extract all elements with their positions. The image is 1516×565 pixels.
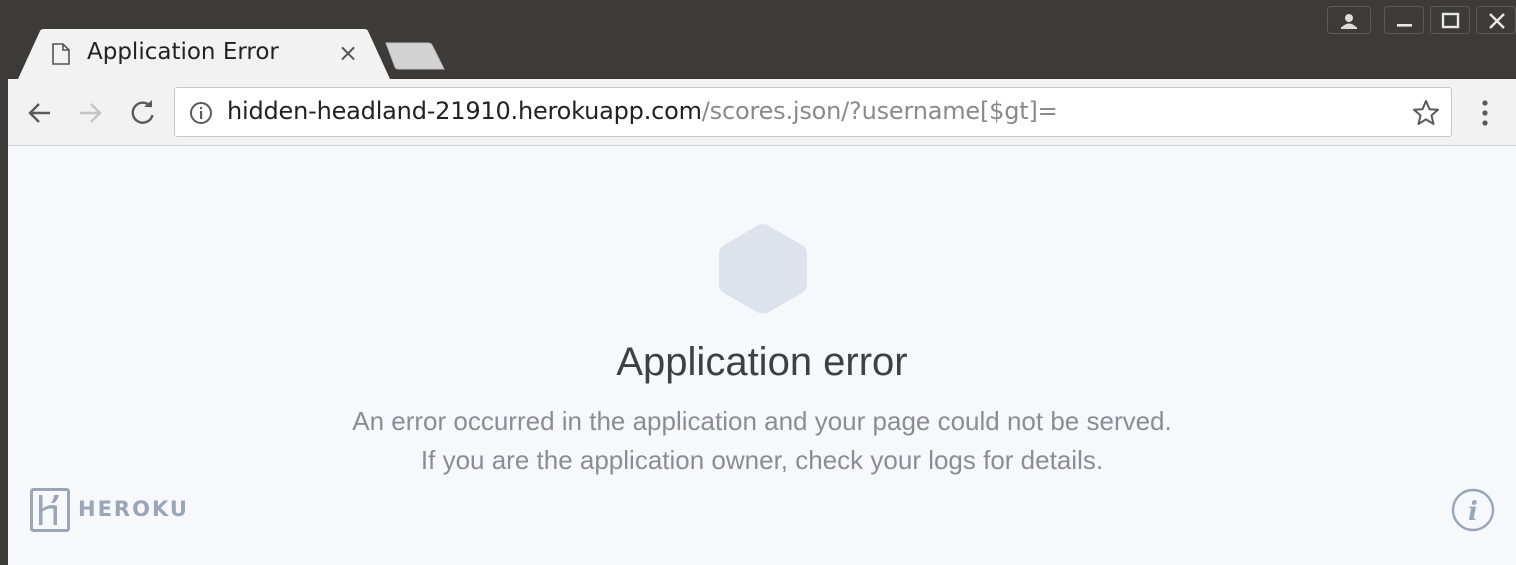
url-host: hidden-headland-21910.herokuapp.com <box>227 97 702 125</box>
url-path: /scores.json/?username[$gt]= <box>701 97 1058 125</box>
page-content: Application error An error occurred in t… <box>8 146 1516 565</box>
close-icon <box>1489 13 1505 29</box>
tab-strip: Application Error × <box>0 0 1516 79</box>
svg-text:i: i <box>1468 497 1478 527</box>
star-icon[interactable] <box>1411 98 1441 128</box>
arrow-left-icon[interactable] <box>22 95 58 131</box>
document-icon <box>52 43 70 65</box>
url-text[interactable]: hidden-headland-21910.herokuapp.com/scor… <box>227 97 1058 125</box>
heroku-logo-icon <box>30 488 70 532</box>
arrow-right-icon[interactable] <box>72 95 108 131</box>
heroku-wordmark: HEROKU <box>78 497 189 521</box>
minimize-button[interactable] <box>1384 6 1424 34</box>
new-tab-button[interactable] <box>384 41 446 71</box>
browser-toolbar: hidden-headland-21910.herokuapp.com/scor… <box>8 79 1516 146</box>
info-circle-icon[interactable]: i <box>1451 488 1495 532</box>
user-icon <box>1341 14 1357 29</box>
kebab-menu-icon[interactable] <box>1470 95 1500 131</box>
tab-active[interactable]: Application Error × <box>18 29 390 79</box>
browser-window: Application Error × hidden-headland-2191… <box>0 0 1516 565</box>
reload-icon[interactable] <box>124 95 160 131</box>
tab-title: Application Error <box>87 39 279 65</box>
profile-button[interactable] <box>1327 6 1371 34</box>
hexagon-icon <box>719 224 807 314</box>
close-window-button[interactable] <box>1476 6 1516 34</box>
info-icon[interactable] <box>189 101 213 125</box>
maximize-button[interactable] <box>1430 6 1470 34</box>
minimize-icon <box>1397 24 1412 27</box>
tab-close-icon[interactable]: × <box>336 41 360 65</box>
heroku-logo[interactable]: HEROKU <box>30 488 190 532</box>
address-bar[interactable]: hidden-headland-21910.herokuapp.com/scor… <box>174 87 1452 137</box>
maximize-icon <box>1441 12 1460 29</box>
page-title: Application error <box>616 340 908 384</box>
error-message: An error occurred in the application and… <box>352 406 1172 475</box>
